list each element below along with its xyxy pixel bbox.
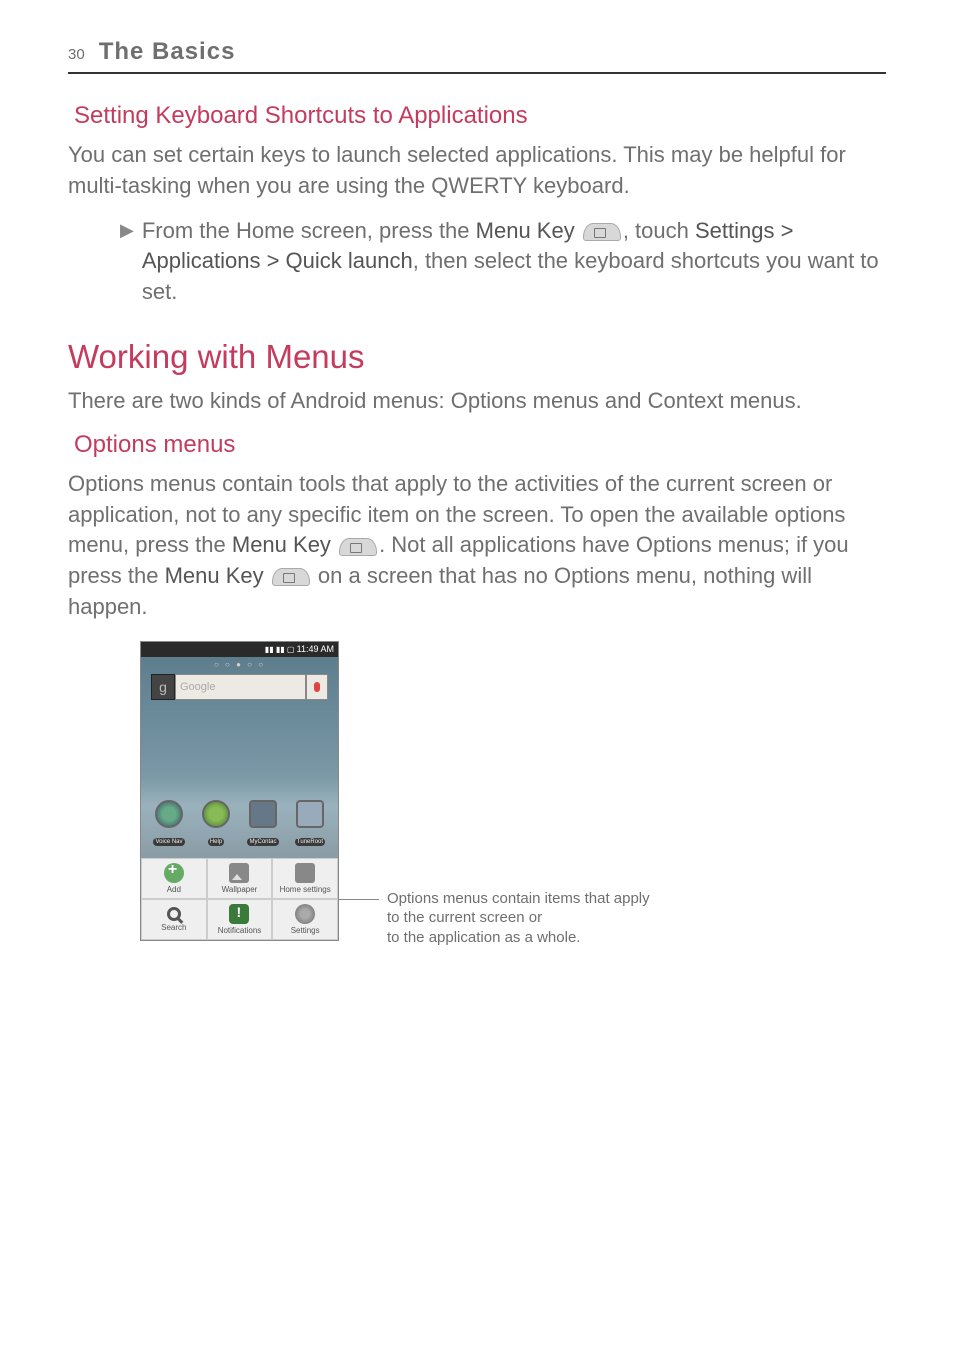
figure-area: ▮▮ ▮▮ ▢ 11:49 AM ○ ○ ● ○ ○ g Google Voic… <box>140 641 886 948</box>
search-input[interactable]: Google <box>175 674 306 700</box>
status-bar: ▮▮ ▮▮ ▢ 11:49 AM <box>141 642 338 657</box>
menu-key-label-3: Menu Key <box>165 563 264 588</box>
home-settings-icon <box>295 863 315 883</box>
callout-line <box>339 899 379 901</box>
nav-icon <box>155 800 183 828</box>
contacts-icon <box>249 800 277 828</box>
settings-icon <box>295 904 315 924</box>
google-g-icon[interactable]: g <box>151 674 175 700</box>
menu-key-label-2: Menu Key <box>232 532 331 557</box>
help-icon <box>202 800 230 828</box>
bullet-pre: From the Home screen, press the <box>142 218 476 243</box>
pager-dots: ○ ○ ● ○ ○ <box>141 660 338 669</box>
app-label: MyContac <box>247 838 278 846</box>
menu-settings[interactable]: Settings <box>272 899 338 940</box>
menu-label: Search <box>161 923 186 932</box>
status-signal-icon: ▮▮ ▮▮ ▢ <box>265 645 297 654</box>
search-icon <box>167 907 181 921</box>
tune-icon <box>296 800 324 828</box>
page-header: 30 The Basics <box>68 38 886 74</box>
menu-label: Wallpaper <box>222 885 258 894</box>
app-contacts[interactable]: MyContac <box>241 800 285 848</box>
menu-wallpaper[interactable]: Wallpaper <box>207 858 273 899</box>
app-label: Voice Nav <box>153 838 184 846</box>
phone-screenshot: ▮▮ ▮▮ ▢ 11:49 AM ○ ○ ● ○ ○ g Google Voic… <box>140 641 339 941</box>
notifications-icon <box>229 904 249 924</box>
bullet-arrow-icon: ▶ <box>120 220 134 241</box>
mic-button[interactable] <box>306 674 328 700</box>
menu-key-icon <box>339 538 377 556</box>
status-time: 11:49 AM <box>297 644 334 654</box>
body-shortcuts: You can set certain keys to launch selec… <box>68 140 886 202</box>
menu-label: Settings <box>291 926 320 935</box>
menu-key-icon <box>583 223 621 241</box>
body-options: Options menus contain tools that apply t… <box>68 469 886 623</box>
bullet-mid: , touch <box>623 218 695 243</box>
callout-line1: Options menus contain items that apply <box>387 890 650 907</box>
menu-label: Notifications <box>218 926 262 935</box>
chapter-title: The Basics <box>99 38 236 66</box>
main-heading: Working with Menus <box>68 338 886 376</box>
mic-icon <box>314 682 320 692</box>
callout-line3: to the application as a whole. <box>387 929 580 946</box>
menu-label: Add <box>167 885 181 894</box>
page-number: 30 <box>68 46 85 63</box>
bullet-text: From the Home screen, press the Menu Key… <box>142 216 886 308</box>
menu-notifications[interactable]: Notifications <box>207 899 273 940</box>
menu-key-label: Menu Key <box>476 218 575 243</box>
menu-home-settings[interactable]: Home settings <box>272 858 338 899</box>
app-help[interactable]: Help <box>194 800 238 848</box>
section-title-shortcuts: Setting Keyboard Shortcuts to Applicatio… <box>74 102 886 130</box>
search-widget[interactable]: g Google <box>151 674 328 700</box>
app-row: Voice Nav Help MyContac TuneRoot <box>147 800 332 848</box>
app-voice-nav[interactable]: Voice Nav <box>147 800 191 848</box>
wallpaper-icon <box>229 863 249 883</box>
add-icon <box>164 863 184 883</box>
menu-key-icon <box>272 568 310 586</box>
menu-add[interactable]: Add <box>141 858 207 899</box>
main-body: There are two kinds of Android menus: Op… <box>68 386 886 417</box>
options-menu-panel: Add Wallpaper Home settings Search Notif… <box>141 858 338 940</box>
section-title-options: Options menus <box>74 431 886 459</box>
app-label: Help <box>208 838 224 846</box>
menu-search[interactable]: Search <box>141 899 207 940</box>
menu-label: Home settings <box>280 885 331 894</box>
callout-line2: to the current screen or <box>387 909 542 926</box>
instruction-bullet: ▶ From the Home screen, press the Menu K… <box>120 216 886 308</box>
app-tune[interactable]: TuneRoot <box>288 800 332 848</box>
app-label: TuneRoot <box>295 838 325 846</box>
callout-text: Options menus contain items that apply t… <box>387 889 650 948</box>
